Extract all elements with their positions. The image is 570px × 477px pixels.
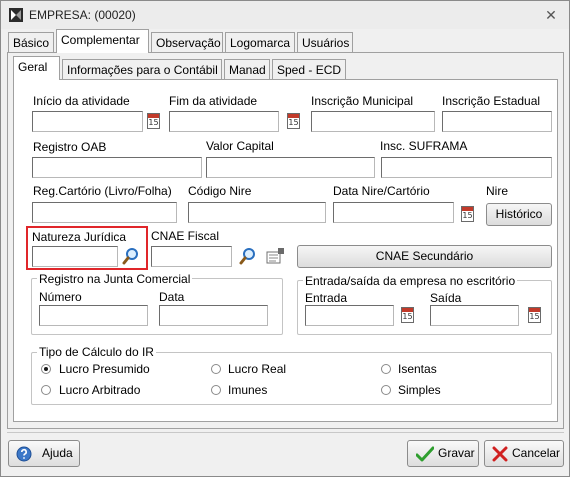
insc-suframa-field[interactable] xyxy=(381,157,552,178)
natureza-juridica-highlight xyxy=(26,226,148,270)
lucro-arbitrado-label: Lucro Arbitrado xyxy=(59,383,141,397)
calendar-icon-day: 15 xyxy=(529,312,540,321)
radio-lucro-arbitrado[interactable] xyxy=(41,385,51,395)
reg-cartorio-field[interactable] xyxy=(32,202,177,223)
registro-oab-field[interactable] xyxy=(32,157,202,178)
window-title: EMPRESA: (00020) xyxy=(29,8,136,22)
inscricao-municipal-label: Inscrição Municipal xyxy=(311,94,414,108)
bottom-divider xyxy=(7,432,564,433)
tab-informacoes-contabil[interactable]: Informações para o Contábil xyxy=(62,59,222,80)
insc-suframa-label: Insc. SUFRAMA xyxy=(380,139,468,153)
lucro-real-label: Lucro Real xyxy=(228,362,287,376)
help-icon xyxy=(16,446,32,462)
ajuda-button[interactable]: Ajuda xyxy=(8,440,80,467)
lucro-presumido-label: Lucro Presumido xyxy=(59,362,150,376)
calculo-ir-title: Tipo de Cálculo do IR xyxy=(37,345,156,359)
data-nire-label: Data Nire/Cartório xyxy=(333,184,430,198)
historico-button[interactable]: Histórico xyxy=(486,203,552,226)
calculo-ir-group xyxy=(31,352,552,405)
numero-field[interactable] xyxy=(39,305,148,326)
gravar-button[interactable]: Gravar xyxy=(407,440,479,467)
tab-geral[interactable]: Geral xyxy=(13,56,60,80)
saida-label: Saída xyxy=(430,291,462,305)
calendar-icon-day: 15 xyxy=(462,211,473,220)
entrada-field[interactable] xyxy=(305,305,394,326)
ajuda-label: Ajuda xyxy=(42,446,73,460)
isentas-label: Isentas xyxy=(398,362,437,376)
inicio-atividade-label: Início da atividade xyxy=(33,94,130,108)
cancel-x-icon xyxy=(492,446,508,462)
tab-observacao[interactable]: Observação xyxy=(151,32,223,53)
calendar-icon[interactable]: 15 xyxy=(461,206,474,222)
inscricao-estadual-label: Inscrição Estadual xyxy=(442,94,541,108)
tab-basico[interactable]: Básico xyxy=(8,32,54,53)
entrada-label: Entrada xyxy=(305,291,348,305)
radio-imunes[interactable] xyxy=(211,385,221,395)
radio-lucro-real[interactable] xyxy=(211,364,221,374)
fim-atividade-field[interactable] xyxy=(169,111,279,132)
cancelar-button[interactable]: Cancelar xyxy=(484,440,564,467)
tab-manad[interactable]: Manad xyxy=(224,59,270,80)
gravar-label: Gravar xyxy=(438,446,475,460)
title-bar: EMPRESA: (00020) ✕ xyxy=(1,1,569,29)
valor-capital-label: Valor Capital xyxy=(206,139,274,153)
fim-atividade-label: Fim da atividade xyxy=(169,94,258,108)
tab-complementar[interactable]: Complementar xyxy=(56,29,149,53)
simples-label: Simples xyxy=(398,383,441,397)
company-window: EMPRESA: (00020) ✕ Básico Complementar O… xyxy=(0,0,570,477)
nire-label: Nire xyxy=(486,184,509,198)
inicio-atividade-field[interactable] xyxy=(32,111,143,132)
radio-lucro-presumido[interactable] xyxy=(41,364,51,374)
calendar-icon-day: 15 xyxy=(288,118,299,127)
imunes-label: Imunes xyxy=(228,383,268,397)
data-nire-field[interactable] xyxy=(333,202,454,223)
inscricao-estadual-field[interactable] xyxy=(442,111,552,132)
calendar-icon[interactable]: 15 xyxy=(287,113,300,129)
app-logo-icon xyxy=(9,8,23,22)
cnae-secundario-button[interactable]: CNAE Secundário xyxy=(297,245,552,268)
codigo-nire-label: Código Nire xyxy=(188,184,252,198)
calendar-icon-day: 15 xyxy=(402,312,413,321)
search-icon[interactable] xyxy=(239,247,257,265)
calendar-icon[interactable]: 15 xyxy=(528,307,541,323)
calendar-icon[interactable]: 15 xyxy=(147,113,160,129)
codigo-nire-field[interactable] xyxy=(188,202,326,223)
tab-usuarios[interactable]: Usuários xyxy=(297,32,353,53)
numero-label: Número xyxy=(39,290,82,304)
entrada-saida-title: Entrada/saída da empresa no escritório xyxy=(303,274,518,288)
data-field[interactable] xyxy=(159,305,268,326)
tab-sped-ecd[interactable]: Sped - ECD xyxy=(272,59,346,80)
registro-junta-title: Registro na Junta Comercial xyxy=(37,272,193,286)
radio-simples[interactable] xyxy=(381,385,391,395)
cancelar-label: Cancelar xyxy=(512,446,561,460)
tab-logomarca[interactable]: Logomarca xyxy=(225,32,295,53)
reg-cartorio-label: Reg.Cartório (Livro/Folha) xyxy=(33,184,172,198)
valor-capital-field[interactable] xyxy=(206,157,375,178)
cnae-fiscal-field[interactable] xyxy=(151,246,232,267)
data-label: Data xyxy=(159,290,185,304)
inscricao-municipal-field[interactable] xyxy=(311,111,435,132)
calendar-icon-day: 15 xyxy=(148,118,159,127)
calendar-icon[interactable]: 15 xyxy=(401,307,414,323)
registro-oab-label: Registro OAB xyxy=(33,140,107,154)
list-edit-icon[interactable] xyxy=(266,247,286,264)
close-icon[interactable]: ✕ xyxy=(543,7,559,23)
saida-field[interactable] xyxy=(430,305,519,326)
cnae-fiscal-label: CNAE Fiscal xyxy=(151,229,220,243)
check-icon xyxy=(416,446,434,462)
radio-isentas[interactable] xyxy=(381,364,391,374)
